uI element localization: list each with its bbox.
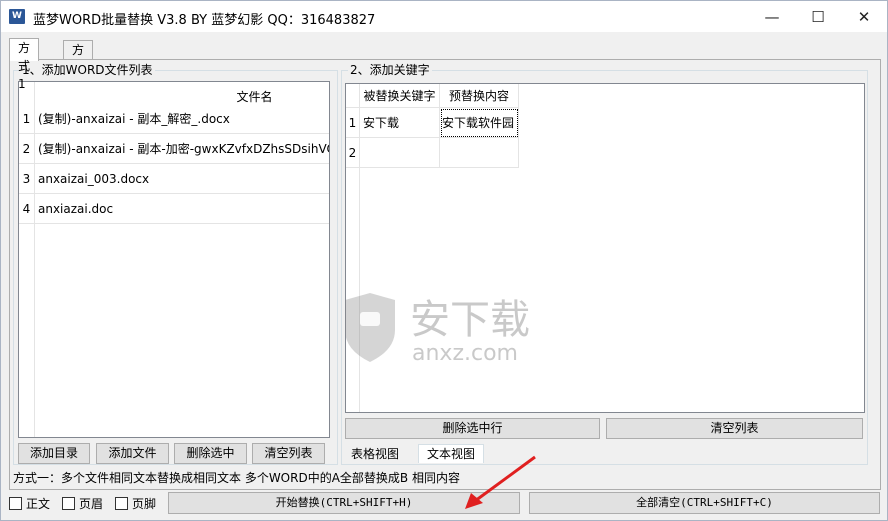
- keyword-group-title: 2、添加关键字: [348, 62, 432, 78]
- file-name-cell[interactable]: anxaizai_003.docx: [35, 164, 329, 194]
- close-button[interactable]: ✕: [841, 1, 887, 32]
- checkbox-body-box[interactable]: [9, 497, 22, 510]
- keyword-column-header[interactable]: 被替换关键字: [360, 84, 440, 108]
- title-bar: W 蓝梦WORD批量替换 V3.8 BY 蓝梦幻影 QQ：316483827 —…: [1, 1, 887, 32]
- file-list-grid[interactable]: 文件名 1 (复制)-anxaizai - 副本_解密_.docx 2 (复制)…: [18, 81, 330, 438]
- file-list-group: 1、添加WORD文件列表 文件名 1 (复制)-anxaizai - 副本_解密…: [13, 62, 338, 465]
- word-app-icon: W: [9, 9, 25, 24]
- row-header: 4: [19, 194, 35, 224]
- file-name-header-label: 文件名: [236, 90, 273, 104]
- delete-selected-button[interactable]: 删除选中: [174, 443, 247, 464]
- keyword-group: 2、添加关键字 被替换关键字 预替换内容 1 安下载 安下载软件园 2 删除选中…: [341, 62, 868, 465]
- app-window: W 蓝梦WORD批量替换 V3.8 BY 蓝梦幻影 QQ：316483827 —…: [0, 0, 888, 521]
- row-header: 3: [19, 164, 35, 194]
- keyword-cell[interactable]: [360, 138, 440, 168]
- checkbox-body-label: 正文: [26, 497, 51, 511]
- checkbox-footer-label: 页脚: [132, 497, 157, 511]
- row-header: 2: [19, 134, 35, 164]
- tab-mode-1[interactable]: 方式1: [9, 38, 40, 91]
- row-header: 2: [346, 138, 360, 168]
- replacement-cell[interactable]: [440, 138, 519, 168]
- checkbox-header[interactable]: 页眉: [62, 495, 103, 512]
- keyword-grid[interactable]: 被替换关键字 预替换内容 1 安下载 安下载软件园 2: [345, 83, 865, 413]
- keyword-grid-corner: [346, 84, 360, 108]
- replacement-column-header[interactable]: 预替换内容: [440, 84, 519, 108]
- clear-keyword-list-button[interactable]: 清空列表: [606, 418, 863, 439]
- keyword-cell[interactable]: 安下载: [360, 108, 440, 138]
- replacement-cell[interactable]: 安下载软件园: [440, 108, 519, 138]
- clear-file-list-button[interactable]: 清空列表: [252, 443, 325, 464]
- checkbox-footer[interactable]: 页脚: [115, 495, 156, 512]
- file-name-cell[interactable]: anxiazai.doc: [35, 194, 329, 224]
- minimize-button[interactable]: —: [749, 1, 795, 32]
- checkbox-body[interactable]: 正文: [9, 495, 50, 512]
- add-directory-button[interactable]: 添加目录: [18, 443, 90, 464]
- checkbox-footer-box[interactable]: [115, 497, 128, 510]
- delete-selected-row-button[interactable]: 删除选中行: [345, 418, 600, 439]
- checkbox-header-label: 页眉: [79, 497, 104, 511]
- file-list-group-title: 1、添加WORD文件列表: [20, 62, 155, 78]
- file-name-cell[interactable]: (复制)-anxaizai - 副本_解密_.docx: [35, 104, 329, 134]
- row-header: 1: [19, 104, 35, 134]
- mode-description: 方式一：多个文件相同文本替换成相同文本 多个WORD中的A全部替换成B 相同内容: [13, 471, 460, 485]
- file-name-cell[interactable]: (复制)-anxaizai - 副本-加密-gwxKZvfxDZhsSDsihV…: [35, 134, 329, 164]
- row-header-strip: [346, 168, 360, 412]
- clear-all-button[interactable]: 全部清空(CTRL+SHIFT+C): [529, 492, 880, 514]
- add-file-button[interactable]: 添加文件: [96, 443, 169, 464]
- row-header-strip: [19, 224, 35, 437]
- tab-mode-2[interactable]: 方式2: [63, 40, 94, 93]
- red-arrow-annotation: [465, 455, 536, 509]
- window-title: 蓝梦WORD批量替换 V3.8 BY 蓝梦幻影 QQ：316483827: [33, 13, 376, 28]
- tab-page-mode-1: 1、添加WORD文件列表 文件名 1 (复制)-anxaizai - 副本_解密…: [9, 59, 881, 490]
- row-header: 1: [346, 108, 360, 138]
- tab-table-view[interactable]: 表格视图: [345, 445, 406, 463]
- maximize-button[interactable]: ☐: [795, 1, 841, 32]
- checkbox-header-box[interactable]: [62, 497, 75, 510]
